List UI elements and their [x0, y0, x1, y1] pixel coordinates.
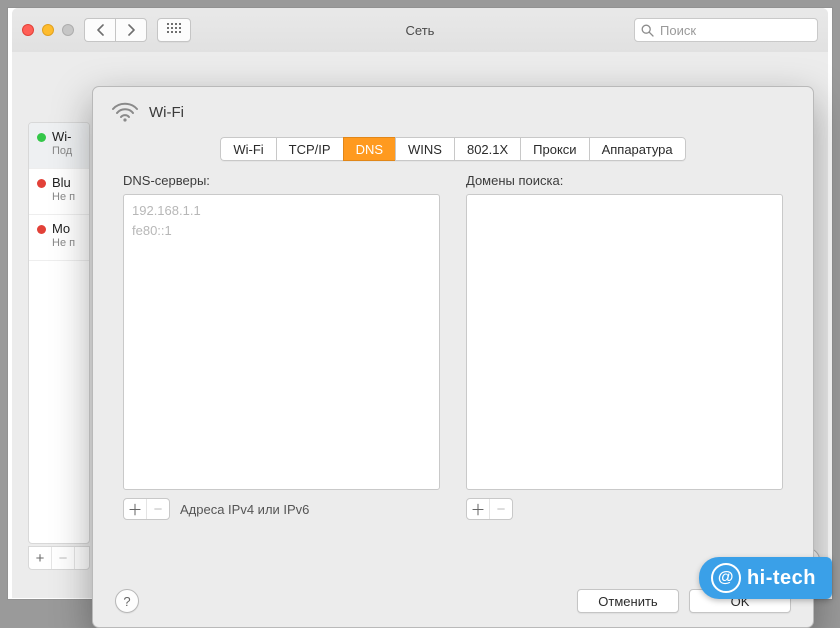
watermark: @ hi-tech — [699, 557, 832, 599]
wifi-icon — [111, 101, 139, 123]
nav-back-forward — [84, 18, 147, 42]
connection-name: Blu — [52, 175, 75, 191]
minimize-window-button[interactable] — [42, 24, 54, 36]
dns-server-row[interactable]: 192.168.1.1 — [132, 201, 431, 221]
at-icon: @ — [711, 563, 741, 593]
connection-item[interactable]: BluНе п — [29, 169, 89, 215]
search-field[interactable] — [634, 18, 818, 42]
show-all-button[interactable] — [157, 18, 191, 42]
search-domains-list[interactable] — [466, 194, 783, 490]
dns-servers-hint: Адреса IPv4 или IPv6 — [180, 502, 309, 517]
add-dns-server-button[interactable]: ＋ — [124, 499, 146, 519]
connection-status: Не п — [52, 191, 75, 204]
add-connection-button[interactable]: + — [29, 547, 52, 569]
remove-dns-server-button[interactable]: − — [146, 499, 169, 519]
add-search-domain-button[interactable]: ＋ — [467, 499, 489, 519]
connection-name: Wi- — [52, 129, 72, 145]
tab-[interactable]: Прокси — [520, 137, 588, 161]
connection-status: Не п — [52, 237, 75, 250]
window-controls — [22, 24, 74, 36]
tab-[interactable]: Аппаратура — [589, 137, 686, 161]
connection-list-footer: + − — [28, 546, 90, 570]
status-dot — [37, 225, 46, 234]
back-button[interactable] — [84, 18, 115, 42]
search-input[interactable] — [658, 22, 811, 39]
connection-list[interactable]: Wi-ПодBluНе пMoНе п — [28, 122, 90, 544]
titlebar: Сеть — [12, 8, 828, 53]
status-dot — [37, 133, 46, 142]
connection-name: Mo — [52, 221, 75, 237]
chevron-right-icon — [127, 24, 136, 36]
status-dot — [37, 179, 46, 188]
connection-status: Под — [52, 145, 72, 158]
tab-wins[interactable]: WINS — [395, 137, 454, 161]
tab-wifi[interactable]: Wi-Fi — [220, 137, 275, 161]
sheet-title: Wi-Fi — [149, 104, 184, 121]
search-domains-label: Домены поиска: — [466, 173, 783, 188]
window-body: Wi-ПодBluНе пMoНе п + − ? Wi-Fi Wi-FiTCP… — [12, 52, 828, 598]
dns-server-row[interactable]: fe80::1 — [132, 221, 431, 241]
advanced-sheet: Wi-Fi Wi-FiTCP/IPDNSWINS802.1XПроксиАппа… — [92, 86, 814, 628]
tab-bar: Wi-FiTCP/IPDNSWINS802.1XПроксиАппаратура — [220, 137, 685, 161]
tab-tcpip[interactable]: TCP/IP — [276, 137, 343, 161]
tab-8021x[interactable]: 802.1X — [454, 137, 520, 161]
connection-item[interactable]: Wi-Под — [29, 123, 89, 169]
dns-servers-list[interactable]: 192.168.1.1fe80::1 — [123, 194, 440, 490]
grid-icon — [167, 23, 181, 37]
watermark-text: hi-tech — [747, 567, 816, 590]
dns-servers-label: DNS-серверы: — [123, 173, 440, 188]
connection-item[interactable]: MoНе п — [29, 215, 89, 261]
close-window-button[interactable] — [22, 24, 34, 36]
preferences-window: Сеть Wi-ПодBluНе пMoНе п + − ? Wi-Fi — [12, 8, 828, 598]
cancel-button[interactable]: Отменить — [577, 589, 679, 613]
forward-button[interactable] — [115, 18, 147, 42]
remove-search-domain-button[interactable]: − — [489, 499, 512, 519]
chevron-left-icon — [96, 24, 105, 36]
zoom-window-button[interactable] — [62, 24, 74, 36]
tab-dns[interactable]: DNS — [343, 137, 395, 161]
search-domains-add-remove: ＋ − — [466, 498, 513, 520]
sheet-help-button[interactable]: ? — [115, 589, 139, 613]
remove-connection-button[interactable]: − — [52, 547, 75, 569]
search-icon — [641, 24, 654, 37]
dns-servers-add-remove: ＋ − — [123, 498, 170, 520]
